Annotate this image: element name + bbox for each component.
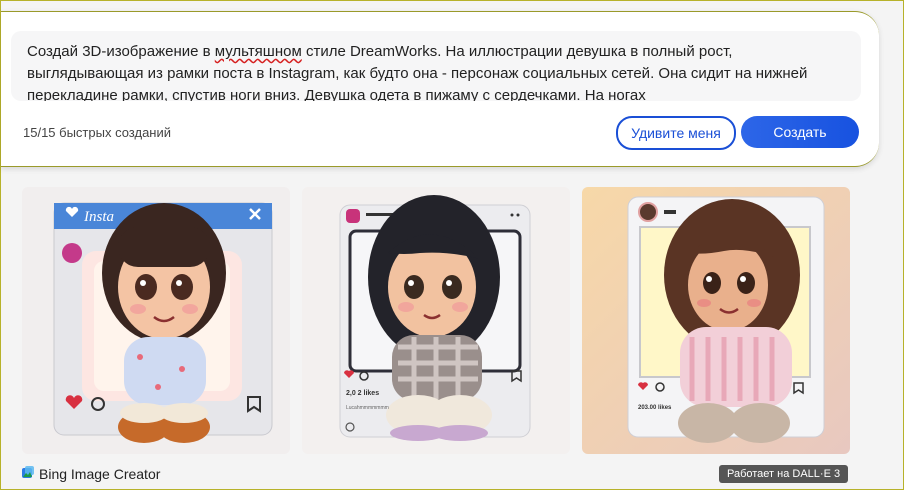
image-3-likes: 203.00 likes: [638, 405, 672, 411]
image-2-caption: Lucahmmmmmmm: [346, 405, 389, 411]
footer-brand[interactable]: Bing Image Creator: [21, 465, 160, 482]
prompt-input[interactable]: Создай 3D-изображение в мультяшном стиле…: [11, 31, 861, 101]
misspelled-word: мультяшном: [214, 43, 302, 60]
image-2-likes: 2,0 2 likes: [346, 390, 379, 397]
create-button[interactable]: Создать: [741, 116, 859, 148]
prompt-text-part: Создай 3D-изображение в: [27, 43, 215, 60]
surprise-me-button[interactable]: Удивите меня: [616, 116, 736, 150]
brand-label: Bing Image Creator: [39, 465, 161, 482]
dalle-badge: Работает на DALL·E 3: [719, 465, 849, 483]
prompt-text[interactable]: Создай 3D-изображение в мультяшном стиле…: [27, 41, 827, 101]
image-1-frame-title: Insta: [83, 209, 114, 225]
generated-image-1[interactable]: Insta: [22, 187, 290, 454]
bing-image-creator-icon: [21, 465, 35, 482]
boost-counter: 15/15 быстрых созданий: [23, 125, 171, 140]
generated-image-2[interactable]: 2,0 2 likes Lucahmmmmmmm: [302, 187, 570, 454]
generated-image-3[interactable]: 203.00 likes: [582, 187, 850, 454]
prompt-card: Создай 3D-изображение в мультяшном стиле…: [1, 11, 879, 167]
